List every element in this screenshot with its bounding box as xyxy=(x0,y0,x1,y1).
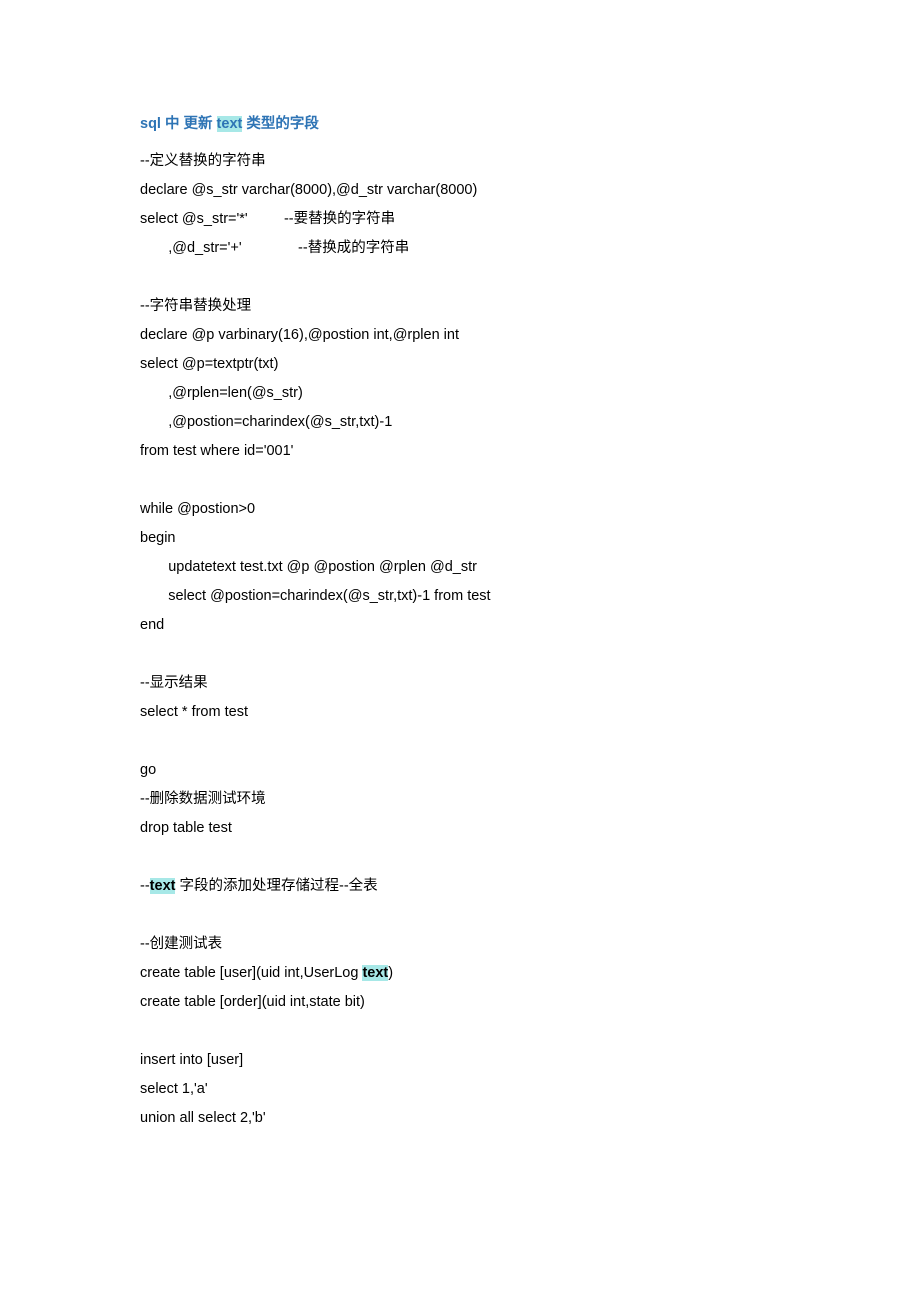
code-line: --显示结果 xyxy=(140,669,780,698)
code-line: declare @p varbinary(16),@postion int,@r… xyxy=(140,321,780,350)
code-line: create table [order](uid int,state bit) xyxy=(140,988,780,1017)
text-segment: 字段的添加处理存储过程--全表 xyxy=(175,878,377,894)
document-page: sql 中 更新 text 类型的字段 --定义替换的字符串 declare @… xyxy=(0,0,920,1302)
code-line: begin xyxy=(140,524,780,553)
code-line: union all select 2,'b' xyxy=(140,1104,780,1133)
title-text-2: 中 更新 xyxy=(161,116,217,132)
code-line: create table [user](uid int,UserLog text… xyxy=(140,959,780,988)
document-title: sql 中 更新 text 类型的字段 xyxy=(140,110,780,139)
code-line: go xyxy=(140,756,780,785)
code-line: --字符串替换处理 xyxy=(140,292,780,321)
text-segment: -- xyxy=(140,878,150,894)
blank-line xyxy=(140,727,780,756)
code-line: --text 字段的添加处理存储过程--全表 xyxy=(140,872,780,901)
code-line: while @postion>0 xyxy=(140,495,780,524)
code-line: from test where id='001' xyxy=(140,437,780,466)
code-line: declare @s_str varchar(8000),@d_str varc… xyxy=(140,176,780,205)
code-line: select @s_str='*' --要替换的字符串 xyxy=(140,205,780,234)
code-line: ,@postion=charindex(@s_str,txt)-1 xyxy=(140,408,780,437)
code-line: updatetext test.txt @p @postion @rplen @… xyxy=(140,553,780,582)
title-text-3: 类型的字段 xyxy=(242,116,319,132)
blank-line xyxy=(140,1017,780,1046)
code-line: select 1,'a' xyxy=(140,1075,780,1104)
code-line: ,@rplen=len(@s_str) xyxy=(140,379,780,408)
code-line: end xyxy=(140,611,780,640)
blank-line xyxy=(140,843,780,872)
title-text-1: sql xyxy=(140,116,161,132)
code-line: ,@d_str='+' --替换成的字符串 xyxy=(140,234,780,263)
highlight-text: text xyxy=(362,965,388,981)
blank-line xyxy=(140,640,780,669)
code-line: --创建测试表 xyxy=(140,930,780,959)
blank-line xyxy=(140,263,780,292)
code-line: --删除数据测试环境 xyxy=(140,785,780,814)
code-line: select @postion=charindex(@s_str,txt)-1 … xyxy=(140,582,780,611)
highlight-text: text xyxy=(150,878,176,894)
text-segment: create table [user](uid int,UserLog xyxy=(140,965,362,981)
text-segment: ) xyxy=(388,965,393,981)
blank-line xyxy=(140,901,780,930)
code-line: drop table test xyxy=(140,814,780,843)
title-highlight: text xyxy=(217,116,243,132)
code-line: insert into [user] xyxy=(140,1046,780,1075)
code-line: --定义替换的字符串 xyxy=(140,147,780,176)
code-line: select * from test xyxy=(140,698,780,727)
code-line: select @p=textptr(txt) xyxy=(140,350,780,379)
blank-line xyxy=(140,466,780,495)
